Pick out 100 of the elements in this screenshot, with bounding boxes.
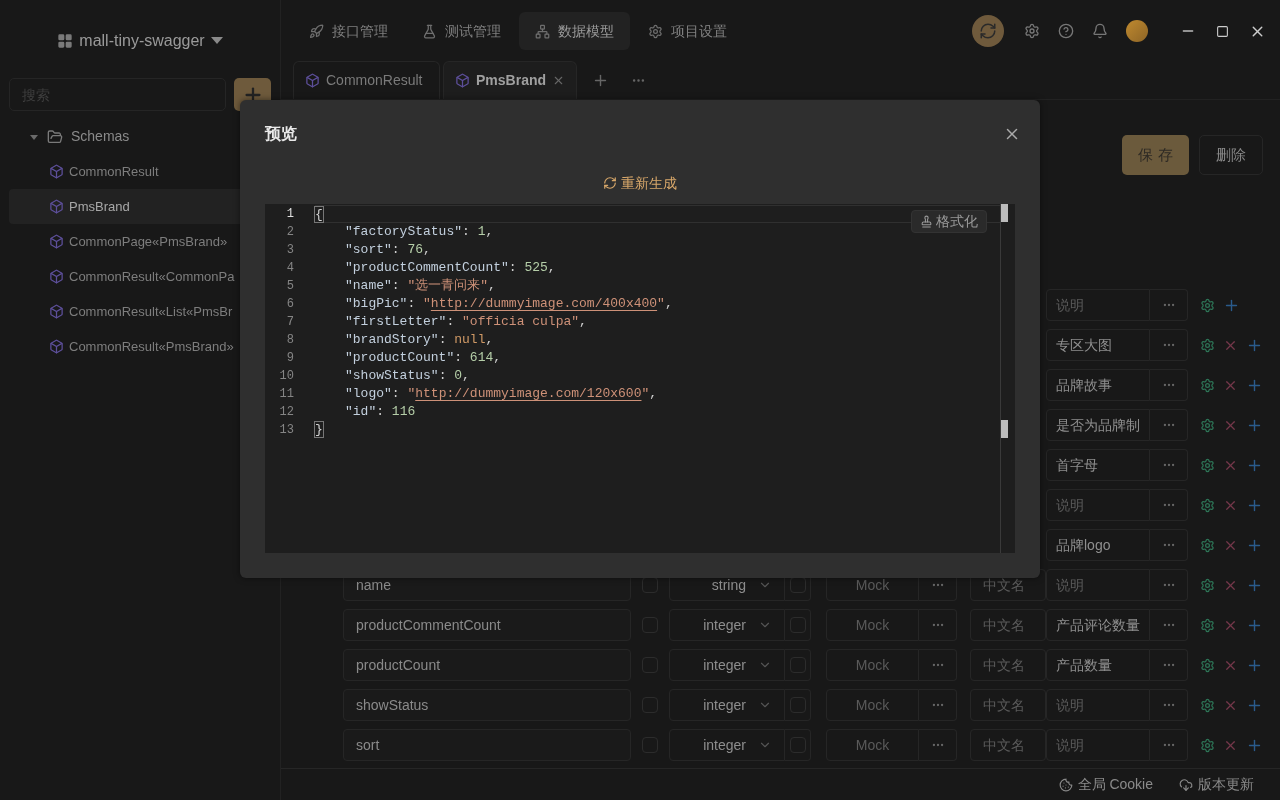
code-line: } (315, 421, 324, 439)
document-tab[interactable]: PmsBrand (443, 61, 578, 99)
tree-item-label: PmsBrand (69, 197, 130, 216)
regenerate-button[interactable]: 重新生成 (603, 172, 677, 194)
nav-tab[interactable]: 数据模型 (519, 12, 630, 50)
description-field[interactable]: 首字母 (1046, 449, 1150, 481)
sync-button[interactable] (972, 15, 1004, 47)
bell-icon[interactable] (1092, 23, 1108, 39)
type-select[interactable]: integer (669, 649, 785, 681)
mock-field[interactable]: Mock (826, 649, 919, 681)
description-field[interactable]: 说明 (1046, 289, 1150, 321)
description-field[interactable]: 说明 (1046, 729, 1150, 761)
name-field[interactable]: showStatus (343, 689, 631, 721)
cube-icon (49, 234, 64, 249)
name-field[interactable]: productCommentCount (343, 609, 631, 641)
title-field[interactable]: 中文名 (970, 609, 1046, 641)
cloud-icon (1179, 777, 1193, 792)
settings-icon[interactable] (1200, 697, 1215, 713)
avatar[interactable] (1126, 20, 1148, 42)
description-field[interactable]: 说明 (1046, 689, 1150, 721)
line-number: 5 (286, 278, 294, 295)
cube-icon (49, 269, 64, 284)
line-number: 1 (286, 206, 294, 223)
nav-tab[interactable]: 测试管理 (406, 12, 517, 50)
format-button[interactable]: 格式化 (911, 210, 987, 233)
description-field[interactable]: 说明 (1046, 569, 1150, 601)
settings-icon[interactable] (1200, 537, 1215, 553)
project-name[interactable]: mall-tiny-swagger (79, 29, 205, 53)
settings-icon[interactable] (1200, 377, 1215, 393)
scrollbar-thumb[interactable] (1001, 420, 1008, 438)
tree-item-label: CommonResult (69, 162, 159, 181)
title-field[interactable]: 中文名 (970, 729, 1046, 761)
code-line: "firstLetter": "officia culpa", (344, 313, 588, 331)
nav-tab[interactable]: 接口管理 (293, 12, 404, 50)
settings-icon[interactable] (1200, 297, 1215, 313)
tree-item[interactable]: CommonResult (9, 154, 280, 189)
code-line: "productCommentCount": 525, (344, 259, 557, 277)
name-field[interactable]: sort (343, 729, 631, 761)
nav-tab[interactable]: 项目设置 (632, 12, 743, 50)
settings-icon[interactable] (1200, 737, 1215, 753)
help-icon[interactable] (1058, 23, 1074, 39)
cube-icon (455, 73, 470, 88)
status-bar-item[interactable]: 全局 Cookie (1058, 774, 1153, 795)
mock-field[interactable]: Mock (826, 609, 919, 641)
description-field[interactable]: 品牌故事 (1046, 369, 1150, 401)
settings-icon[interactable] (1200, 617, 1215, 633)
cube-icon (305, 73, 320, 88)
scrollbar-thumb[interactable] (1001, 204, 1008, 222)
mock-field[interactable]: Mock (826, 729, 919, 761)
description-field[interactable]: 专区大图 (1046, 329, 1150, 361)
mock-field[interactable]: Mock (826, 689, 919, 721)
code-line: "bigPic": "http://dummyimage.com/400x400", (344, 295, 674, 313)
settings-icon[interactable] (1200, 417, 1215, 433)
code-link[interactable]: http://dummyimage.com/120x600 (415, 386, 642, 401)
code-line: "factoryStatus": 1, (344, 223, 495, 241)
code-line: "name": "选一青问来", (344, 277, 497, 295)
description-field[interactable]: 产品数量 (1046, 649, 1150, 681)
description-field[interactable]: 说明 (1046, 489, 1150, 521)
description-field[interactable]: 是否为品牌制 (1046, 409, 1150, 441)
description-field[interactable]: 品牌logo (1046, 529, 1150, 561)
tree-item[interactable]: CommonResult«PmsBrand» (9, 329, 280, 364)
delete-button[interactable]: 删除 (1199, 135, 1263, 175)
code-line: "logo": "http://dummyimage.com/120x600", (344, 385, 659, 403)
status-bar-item[interactable]: 版本更新 (1179, 774, 1254, 795)
settings-icon[interactable] (1024, 23, 1040, 39)
document-tab[interactable]: CommonResult (293, 61, 440, 99)
tree-item-label: CommonResult«CommonPa (69, 267, 235, 286)
line-number: 12 (279, 404, 294, 421)
line-number: 13 (279, 422, 294, 439)
line-number: 10 (279, 368, 294, 385)
code-line: "sort": 76, (344, 241, 432, 259)
maximize-icon[interactable] (1216, 24, 1229, 38)
caret-icon[interactable] (210, 37, 223, 45)
stamp-icon (920, 215, 933, 228)
type-select[interactable]: integer (669, 729, 785, 761)
settings-icon[interactable] (1200, 497, 1215, 513)
tree-item-label: CommonResult«List«PmsBr (69, 302, 233, 321)
code-link[interactable]: http://dummyimage.com/400x400 (430, 296, 658, 311)
code-line: "brandStory": null, (344, 331, 495, 349)
settings-icon[interactable] (1200, 577, 1215, 593)
code-editor[interactable] (265, 204, 1015, 553)
line-number: 9 (286, 350, 294, 367)
type-select[interactable]: integer (669, 609, 785, 641)
refresh-icon (603, 176, 617, 190)
tree-item[interactable]: CommonPage«PmsBrand» (9, 224, 280, 259)
name-field[interactable]: productCount (343, 649, 631, 681)
tree-item[interactable]: CommonResult«CommonPa (9, 259, 280, 294)
title-field[interactable]: 中文名 (970, 689, 1046, 721)
title-field[interactable]: 中文名 (970, 649, 1046, 681)
description-field[interactable]: 产品评论数量 (1046, 609, 1150, 641)
tree-folder-label[interactable]: Schemas (71, 126, 130, 147)
type-select[interactable]: integer (669, 689, 785, 721)
line-number: 4 (286, 260, 294, 277)
line-number: 8 (286, 332, 294, 349)
tree-item[interactable]: CommonResult«List«PmsBr (9, 294, 280, 329)
cube-icon (49, 199, 64, 214)
cookie-icon (1058, 777, 1073, 792)
settings-icon[interactable] (1200, 657, 1215, 673)
settings-icon[interactable] (1200, 457, 1215, 473)
settings-icon[interactable] (1200, 337, 1215, 353)
